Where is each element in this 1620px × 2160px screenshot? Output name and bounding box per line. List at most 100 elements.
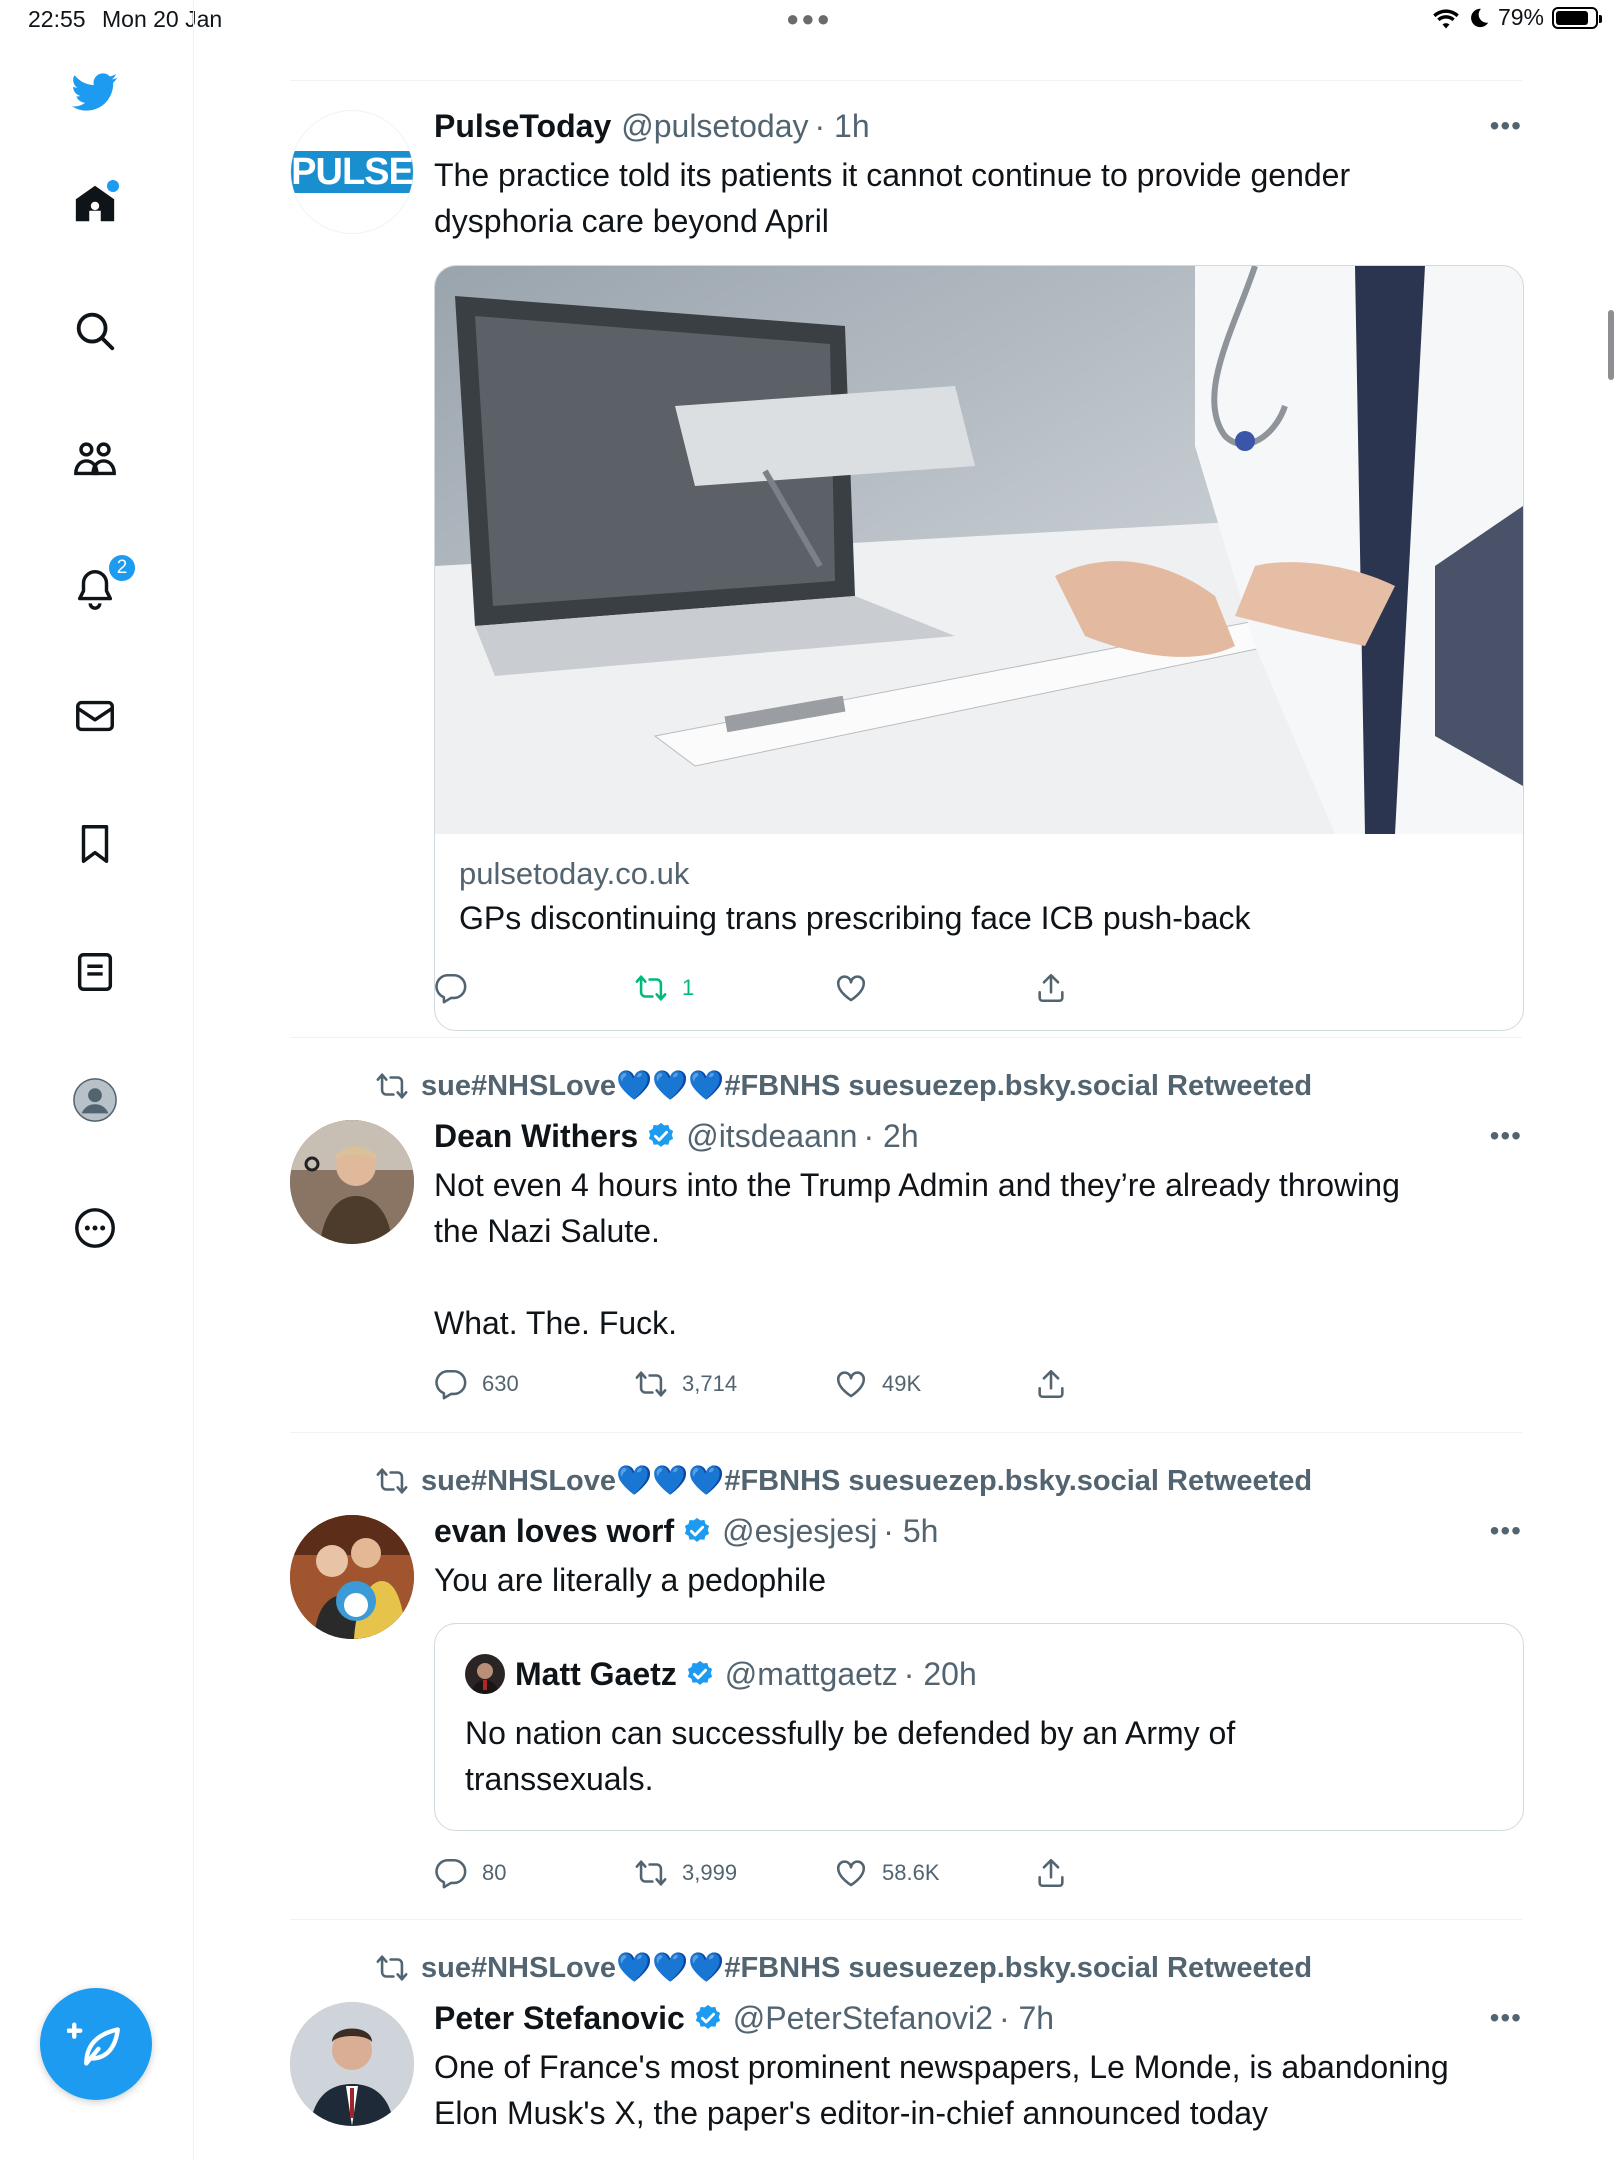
- quoted-avatar[interactable]: [465, 1654, 505, 1694]
- tweet-header: PulseToday @pulsetoday · 1h: [434, 104, 870, 148]
- avatar[interactable]: [290, 1120, 414, 1244]
- like-button[interactable]: [834, 968, 882, 1008]
- quoted-tweet-text: No nation can successfully be defended b…: [465, 1715, 1236, 1797]
- retweet-icon: [375, 1069, 409, 1103]
- tweet-time[interactable]: · 5h: [883, 1513, 938, 1550]
- tweet-time[interactable]: · 7h: [999, 2000, 1054, 2037]
- compose-feather-icon: [67, 2022, 120, 2066]
- retweeted-by-line[interactable]: sue#NHSLove💙💙💙#FBNHS suesuezep.bsky.soci…: [375, 1068, 1312, 1104]
- reply-icon: [434, 1856, 468, 1890]
- tweet-evan-loves-worf[interactable]: sue#NHSLove💙💙💙#FBNHS suesuezep.bsky.soci…: [290, 1433, 1524, 1919]
- card-title: GPs discontinuing trans prescribing face…: [459, 900, 1251, 936]
- home-new-dot: [107, 180, 119, 192]
- reply-button[interactable]: 630: [434, 1364, 519, 1404]
- avatar-photo: [290, 1120, 414, 1244]
- more-menu-icon[interactable]: •••: [1482, 1120, 1522, 1151]
- communities-icon[interactable]: [69, 434, 121, 486]
- tweet-actions: 1: [434, 968, 1124, 1008]
- more-menu-icon[interactable]: •••: [1482, 1515, 1522, 1546]
- quoted-author-name[interactable]: Matt Gaetz: [515, 1656, 677, 1693]
- like-button[interactable]: 58.6K: [834, 1853, 940, 1893]
- reply-button[interactable]: 80: [434, 1853, 506, 1893]
- avatar-photo: [290, 1515, 414, 1639]
- reply-button[interactable]: [434, 968, 482, 1008]
- tweet-text: One of France's most prominent newspaper…: [434, 2049, 1449, 2131]
- avatar-photo: [290, 2002, 414, 2126]
- tweet-peter-stefanovic[interactable]: sue#NHSLove💙💙💙#FBNHS suesuezep.bsky.soci…: [290, 1920, 1522, 2160]
- retweet-icon: [375, 1464, 409, 1498]
- card-domain: pulsetoday.co.uk: [459, 856, 690, 891]
- author-name[interactable]: Dean Withers: [434, 1118, 638, 1155]
- like-button[interactable]: 49K: [834, 1364, 921, 1404]
- share-icon: [1034, 971, 1068, 1005]
- tweet-dean-withers[interactable]: sue#NHSLove💙💙💙#FBNHS suesuezep.bsky.soci…: [290, 1038, 1522, 1432]
- retweeted-by-text: sue#NHSLove💙💙💙#FBNHS suesuezep.bsky.soci…: [421, 1952, 1313, 1984]
- retweet-button[interactable]: 3,714: [634, 1364, 737, 1404]
- retweet-icon: [634, 971, 668, 1005]
- quoted-author-handle[interactable]: @mattgaetz: [725, 1656, 898, 1693]
- like-count: 49K: [882, 1371, 922, 1396]
- messages-envelope-icon[interactable]: [69, 690, 121, 742]
- search-icon[interactable]: [69, 305, 121, 357]
- retweeted-by-text: sue#NHSLove💙💙💙#FBNHS suesuezep.bsky.soci…: [421, 1070, 1313, 1102]
- quoted-tweet[interactable]: Matt Gaetz @mattgaetz · 20h No nation ca…: [434, 1623, 1524, 1831]
- tweet-time[interactable]: · 1h: [815, 108, 870, 145]
- author-handle[interactable]: @itsdeaann: [686, 1118, 857, 1155]
- share-button[interactable]: [1034, 1364, 1068, 1404]
- share-button[interactable]: [1034, 968, 1068, 1008]
- share-icon: [1034, 1367, 1068, 1401]
- author-handle[interactable]: @PeterStefanovi2: [733, 2000, 993, 2037]
- like-heart-icon: [834, 1856, 868, 1890]
- like-heart-icon: [834, 971, 868, 1005]
- tweet-text: Not even 4 hours into the Trump Admin an…: [434, 1167, 1400, 1341]
- profile-avatar-icon[interactable]: [69, 1074, 121, 1126]
- reply-icon: [434, 971, 468, 1005]
- retweet-icon: [375, 1951, 409, 1985]
- retweet-button[interactable]: 1: [634, 968, 694, 1008]
- retweeted-by-line[interactable]: sue#NHSLove💙💙💙#FBNHS suesuezep.bsky.soci…: [375, 1463, 1312, 1499]
- share-icon: [1034, 1856, 1068, 1890]
- quoted-tweet-time[interactable]: · 20h: [904, 1656, 977, 1693]
- card-image-doctor-writing: [435, 266, 1523, 834]
- verified-badge-icon: [646, 1121, 676, 1151]
- timeline: PULSE PulseToday @pulsetoday · 1h ••• Th…: [290, 0, 1524, 2160]
- tweet-header: Peter Stefanovic @PeterStefanovi2 · 7h: [434, 1996, 1054, 2040]
- share-button[interactable]: [1034, 1853, 1068, 1893]
- more-menu-icon[interactable]: •••: [1482, 110, 1522, 141]
- verified-badge-icon: [685, 1659, 715, 1689]
- author-name[interactable]: evan loves worf: [434, 1513, 674, 1550]
- tweet-text: The practice told its patients it cannot…: [434, 157, 1351, 239]
- bookmarks-icon[interactable]: [69, 818, 121, 870]
- author-name[interactable]: Peter Stefanovic: [434, 2000, 685, 2037]
- scrollbar[interactable]: [1608, 310, 1614, 380]
- reply-icon: [434, 1367, 468, 1401]
- more-options-icon[interactable]: [69, 1202, 121, 1254]
- retweet-icon: [634, 1856, 668, 1890]
- tweet-time[interactable]: · 2h: [863, 1118, 918, 1155]
- twitter-logo-icon[interactable]: [69, 66, 121, 118]
- author-handle[interactable]: @pulsetoday: [621, 108, 808, 145]
- retweet-button[interactable]: 3,999: [634, 1853, 737, 1893]
- link-card[interactable]: pulsetoday.co.uk GPs discontinuing trans…: [434, 265, 1524, 1031]
- retweeted-by-text: sue#NHSLove💙💙💙#FBNHS suesuezep.bsky.soci…: [421, 1465, 1313, 1497]
- avatar[interactable]: [290, 1515, 414, 1639]
- tweet-header: evan loves worf @esjesjesj · 5h: [434, 1509, 938, 1553]
- avatar[interactable]: [290, 2002, 414, 2126]
- retweeted-by-line[interactable]: sue#NHSLove💙💙💙#FBNHS suesuezep.bsky.soci…: [375, 1950, 1312, 1986]
- retweet-icon: [634, 1367, 668, 1401]
- avatar[interactable]: PULSE: [290, 110, 414, 234]
- reply-count: 80: [482, 1860, 507, 1885]
- tweet-header: Dean Withers @itsdeaann · 2h: [434, 1114, 919, 1158]
- more-menu-icon[interactable]: •••: [1482, 2002, 1522, 2033]
- retweet-count: 3,714: [682, 1371, 738, 1396]
- author-handle[interactable]: @esjesjesj: [722, 1513, 877, 1550]
- home-icon[interactable]: [69, 178, 121, 230]
- retweet-count: 1: [682, 975, 695, 1000]
- tweet-pulsetoday[interactable]: PULSE PulseToday @pulsetoday · 1h ••• Th…: [290, 80, 1524, 1038]
- notifications-bell-icon[interactable]: 2: [69, 553, 137, 615]
- verified-badge-icon: [693, 2003, 723, 2033]
- pulse-logo: PULSE: [291, 151, 413, 193]
- lists-icon[interactable]: [69, 946, 121, 998]
- compose-tweet-button[interactable]: [40, 1988, 152, 2100]
- author-name[interactable]: PulseToday: [434, 108, 611, 145]
